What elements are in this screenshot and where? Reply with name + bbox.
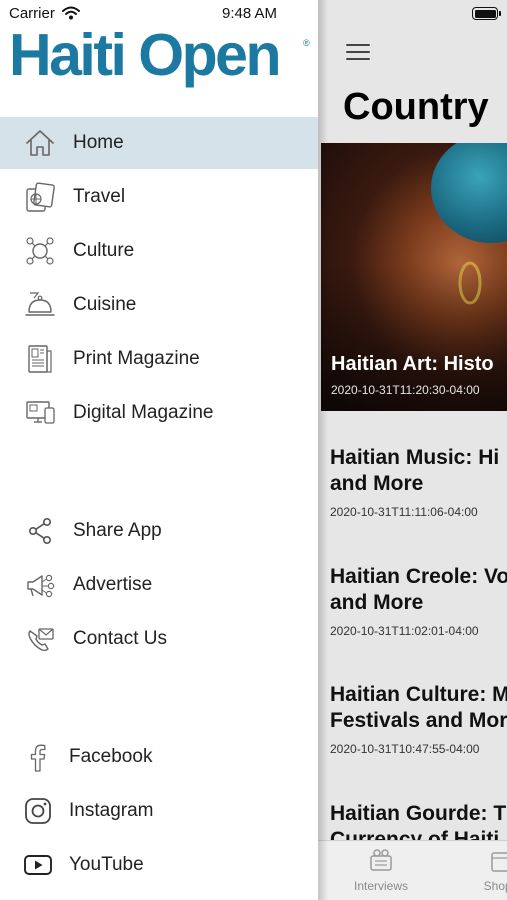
tab-bar: Interviews Shop I [318, 840, 507, 900]
article-date: 2020-10-31T11:02:01-04:00 [330, 624, 479, 638]
article-date: 2020-10-31T10:47:55-04:00 [330, 742, 480, 756]
menu-item-instagram[interactable]: Instagram [0, 785, 318, 837]
facebook-icon [30, 744, 46, 772]
megaphone-icon [27, 574, 55, 598]
menu-item-digital-magazine[interactable]: Digital Magazine [0, 387, 318, 439]
menu-item-facebook[interactable]: Facebook [0, 731, 318, 783]
menu-item-cuisine[interactable]: Cuisine [0, 279, 318, 331]
menu-item-label: Travel [73, 186, 126, 207]
shop-icon [491, 852, 507, 872]
home-icon [26, 130, 54, 156]
menu-item-label: Cuisine [73, 294, 137, 315]
registered-mark: ® [303, 38, 310, 48]
menu-item-label: Culture [73, 240, 135, 261]
article-item[interactable]: Haitian Music: Hi and More 2020-10-31T11… [330, 445, 507, 519]
featured-article[interactable]: Haitian Art: Histo 2020-10-31T11:20:30-0… [321, 143, 507, 411]
menu-item-home[interactable]: Home [0, 117, 318, 169]
cloche-icon [25, 292, 55, 316]
share-icon [29, 517, 51, 544]
featured-article-title: Haitian Art: Histo [331, 353, 494, 375]
menu-item-advertise[interactable]: Advertise [0, 559, 318, 611]
menu-item-share-app[interactable]: Share App [0, 505, 318, 557]
youtube-icon [24, 855, 52, 875]
menu-item-label: Instagram [69, 800, 154, 821]
navigation-drawer: Carrier 9:48 AM Haiti Open ® Home Travel [0, 0, 318, 900]
wifi-icon [62, 6, 80, 20]
menu-item-label: Contact Us [73, 628, 167, 649]
devices-icon [26, 401, 55, 424]
menu-item-label: Share App [73, 520, 162, 541]
menu-item-youtube[interactable]: YouTube [0, 839, 318, 891]
menu-item-label: Advertise [73, 574, 153, 595]
interviews-icon [370, 849, 392, 871]
menu-item-label: Print Magazine [73, 348, 200, 369]
tab-shop[interactable]: Shop I [451, 847, 507, 893]
article-date: 2020-10-31T11:11:06-04:00 [330, 505, 478, 519]
newspaper-icon [28, 345, 52, 373]
passport-icon [26, 182, 55, 212]
hero-image [431, 143, 507, 243]
menu-item-travel[interactable]: Travel [0, 171, 318, 223]
featured-article-date: 2020-10-31T11:20:30-04:00 [331, 383, 480, 397]
hamburger-menu-icon[interactable] [346, 42, 370, 62]
battery-icon [472, 7, 501, 20]
menu-item-label: Home [73, 132, 124, 153]
article-item[interactable]: Haitian Culture: M Festivals and Mor 202… [330, 682, 507, 756]
menu-item-label: Facebook [69, 746, 153, 767]
menu-item-label: YouTube [69, 854, 144, 875]
app-logo: Haiti Open [9, 22, 282, 88]
phone-mail-icon [28, 628, 54, 652]
tab-interviews[interactable]: Interviews [331, 847, 431, 893]
article-item[interactable]: Haitian Creole: Vo and More 2020-10-31T1… [330, 564, 507, 638]
culture-icon [26, 237, 54, 265]
main-content: Country Haitian Art: Histo 2020-10-31T11… [318, 0, 507, 900]
menu-item-print-magazine[interactable]: Print Magazine [0, 333, 318, 385]
instagram-icon [25, 798, 51, 824]
page-title: Country [343, 86, 489, 128]
menu-item-culture[interactable]: Culture [0, 225, 318, 277]
menu-item-label: Digital Magazine [73, 402, 214, 423]
menu-item-contact-us[interactable]: Contact Us [0, 613, 318, 665]
